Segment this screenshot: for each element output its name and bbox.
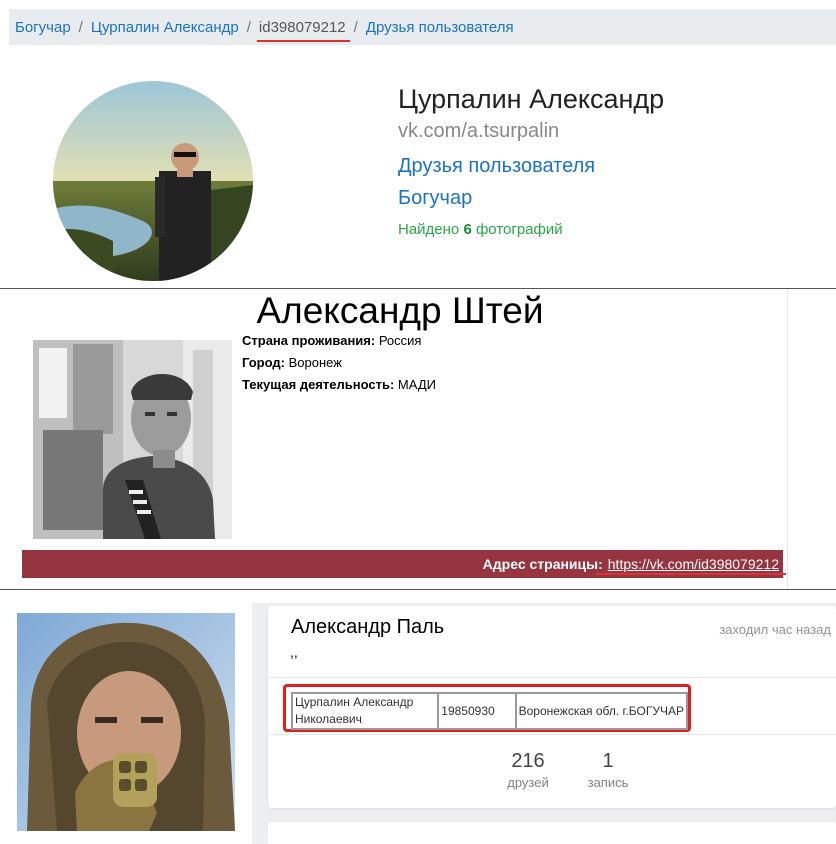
- vk-profile-name: Александр Паль: [291, 616, 445, 638]
- old-profile-photo: [33, 340, 232, 539]
- found-count: 6: [463, 221, 472, 238]
- info-value: Воронеж: [288, 355, 342, 370]
- breadcrumb-item-city[interactable]: Богучар: [15, 19, 71, 36]
- posts-label: запись: [587, 775, 629, 790]
- highlight-underline: [596, 573, 786, 575]
- info-label: Текущая деятельность:: [242, 377, 395, 392]
- found-suffix: фотографий: [475, 221, 563, 238]
- breadcrumb-item-user[interactable]: Цурпалин Александр: [91, 19, 239, 36]
- vk-profile-card: Александр Паль заходил час назад ,, Цурп…: [268, 606, 836, 808]
- posts-count: 1: [602, 750, 614, 772]
- info-label: Город:: [242, 355, 285, 370]
- section-divider: [0, 288, 836, 289]
- breadcrumb-separator: /: [78, 18, 83, 36]
- friends-link[interactable]: Друзья пользователя: [398, 155, 595, 178]
- info-label: Страна проживания:: [242, 333, 376, 348]
- breadcrumb: Богучар / Цурпалин Александр / id3980792…: [9, 9, 836, 45]
- vk-profile-photo[interactable]: [17, 613, 235, 831]
- last-seen-status: заходил час назад: [719, 622, 831, 637]
- old-profile-name: Александр Штей: [256, 290, 544, 331]
- breadcrumb-item-friends[interactable]: Друзья пользователя: [366, 19, 514, 36]
- breadcrumb-item-id: id398079212: [256, 18, 350, 42]
- hooded-portrait-photo: [17, 613, 235, 831]
- info-value: Россия: [378, 333, 422, 348]
- friends-label: друзей: [507, 775, 549, 790]
- profile-url: vk.com/a.tsurpalin: [398, 120, 560, 142]
- profile-name: Цурпалин Александр: [398, 84, 665, 114]
- breadcrumb-separator: /: [246, 18, 251, 36]
- friends-count: 216: [511, 750, 545, 772]
- found-photos-text: Найдено 6 фотографий: [398, 221, 563, 238]
- highlight-box: Цурпалин Александр Николаевич 19850930 В…: [283, 684, 691, 732]
- address-label: Адрес страницы:: [482, 556, 603, 572]
- vk-status-text: ,,: [290, 644, 298, 660]
- found-prefix: Найдено: [398, 221, 460, 238]
- info-value: МАДИ: [397, 377, 436, 392]
- card-divider: [268, 677, 836, 678]
- friends-counter[interactable]: 216 друзей: [498, 748, 558, 792]
- avatar-photo: [53, 81, 253, 281]
- info-row-activity: Текущая деятельность: МАДИ: [242, 376, 436, 398]
- posts-counter[interactable]: 1 запись: [578, 748, 638, 792]
- personal-data-table: Цурпалин Александр Николаевич 19850930 В…: [291, 692, 688, 730]
- city-link[interactable]: Богучар: [398, 187, 472, 210]
- card-divider: [268, 734, 836, 735]
- vk-next-card: [268, 822, 836, 844]
- address-link[interactable]: https://vk.com/id398079212: [608, 556, 779, 572]
- table-cell-date: 19850930: [438, 693, 516, 729]
- profile-avatar[interactable]: [53, 81, 253, 281]
- info-row-city: Город: Воронеж: [242, 354, 436, 376]
- table-cell-location: Воронежская обл. г.БОГУЧАР: [515, 693, 687, 729]
- breadcrumb-separator: /: [353, 18, 358, 36]
- table-row: Цурпалин Александр Николаевич 19850930 В…: [292, 693, 687, 729]
- vertical-divider: [787, 289, 788, 589]
- table-cell-name: Цурпалин Александр Николаевич: [292, 693, 439, 729]
- info-row-country: Страна проживания: Россия: [242, 332, 436, 354]
- bw-portrait-photo: [33, 340, 232, 539]
- profile-info-list: Страна проживания: Россия Город: Воронеж…: [242, 332, 436, 398]
